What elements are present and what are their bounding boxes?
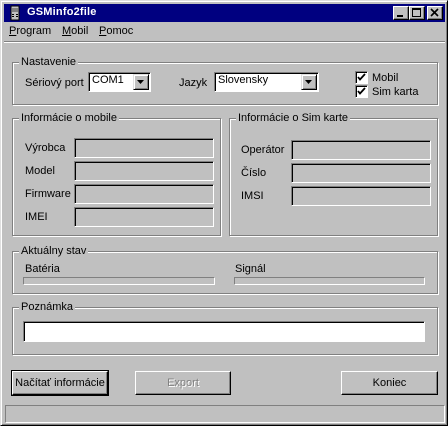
imei-label: IMEI	[25, 211, 48, 223]
title-bar[interactable]: GSMinfo2file	[4, 4, 445, 22]
sim-info-group-label: Informácie o Sim karte	[236, 112, 351, 124]
status-bar	[5, 405, 445, 423]
mobil-checkbox[interactable]	[355, 71, 368, 84]
menu-program-label: rogram	[16, 25, 52, 37]
mobile-info-group-label: Informácie o mobile	[19, 112, 119, 124]
menu-mobil-label: obil	[71, 25, 89, 37]
menu-bar: Program Mobil Pomoc	[4, 23, 445, 41]
menu-pomoc[interactable]: Pomoc	[99, 25, 133, 37]
number-field[interactable]	[291, 163, 431, 183]
number-label: Číslo	[241, 167, 267, 179]
menu-program[interactable]: Program	[9, 25, 51, 37]
checkmark-icon	[357, 73, 366, 81]
menu-pomoc-label: omoc	[106, 25, 134, 37]
manufacturer-label: Výrobca	[25, 142, 66, 154]
chevron-down-icon	[137, 80, 144, 84]
settings-group-label: Nastavenie	[19, 56, 79, 68]
phone-app-icon[interactable]	[7, 5, 23, 21]
manufacturer-field[interactable]	[74, 138, 214, 158]
maximize-button[interactable]	[409, 6, 425, 20]
checkmark-icon	[357, 87, 366, 95]
firmware-field[interactable]	[74, 184, 214, 204]
quit-button[interactable]: Koniec	[341, 371, 438, 395]
firmware-label: Firmware	[25, 188, 71, 200]
close-icon	[430, 8, 439, 17]
model-label: Model	[25, 165, 55, 177]
minimize-icon	[397, 15, 403, 17]
serial-port-label: Sériový port	[25, 77, 84, 89]
close-button[interactable]	[427, 6, 443, 20]
menu-mobil[interactable]: Mobil	[62, 25, 88, 37]
mobil-checkbox-label: Mobil	[372, 72, 399, 84]
operator-field[interactable]	[291, 140, 431, 160]
imsi-field[interactable]	[291, 186, 431, 206]
battery-label: Batéria	[25, 263, 60, 275]
serial-port-value: COM1	[92, 74, 124, 86]
language-label: Jazyk	[179, 77, 208, 89]
serial-port-dropdown-button[interactable]	[133, 74, 149, 90]
language-select[interactable]: Slovensky	[214, 72, 319, 92]
load-info-button[interactable]: Načítať informácie	[11, 370, 109, 396]
model-field[interactable]	[74, 161, 214, 181]
battery-bar	[23, 277, 215, 285]
status-group-label: Aktuálny stav	[19, 245, 89, 257]
serial-port-select[interactable]: COM1	[88, 72, 151, 92]
menu-mobil-mnemonic: M	[62, 25, 72, 37]
imei-field[interactable]	[74, 207, 214, 227]
signal-bar	[234, 277, 425, 285]
export-button[interactable]: Export	[135, 371, 231, 395]
language-dropdown-button[interactable]	[301, 74, 317, 90]
maximize-icon	[412, 8, 421, 17]
operator-label: Operátor	[241, 144, 285, 156]
minimize-button[interactable]	[393, 6, 409, 20]
main-window: GSMinfo2file Program Mobil Pomoc Nastave…	[0, 0, 448, 426]
menu-separator	[4, 41, 445, 43]
window-title: GSMinfo2file	[27, 6, 97, 18]
note-group-label: Poznámka	[19, 301, 75, 313]
status-group: Aktuálny stav	[12, 245, 438, 294]
chevron-down-icon	[305, 80, 312, 84]
sim-card-checkbox[interactable]	[355, 85, 368, 98]
language-value: Slovensky	[218, 74, 269, 86]
sim-card-checkbox-label: Sim karta	[372, 86, 419, 98]
imsi-label: IMSI	[241, 190, 264, 202]
note-input[interactable]	[23, 321, 425, 342]
signal-label: Signál	[235, 263, 266, 275]
